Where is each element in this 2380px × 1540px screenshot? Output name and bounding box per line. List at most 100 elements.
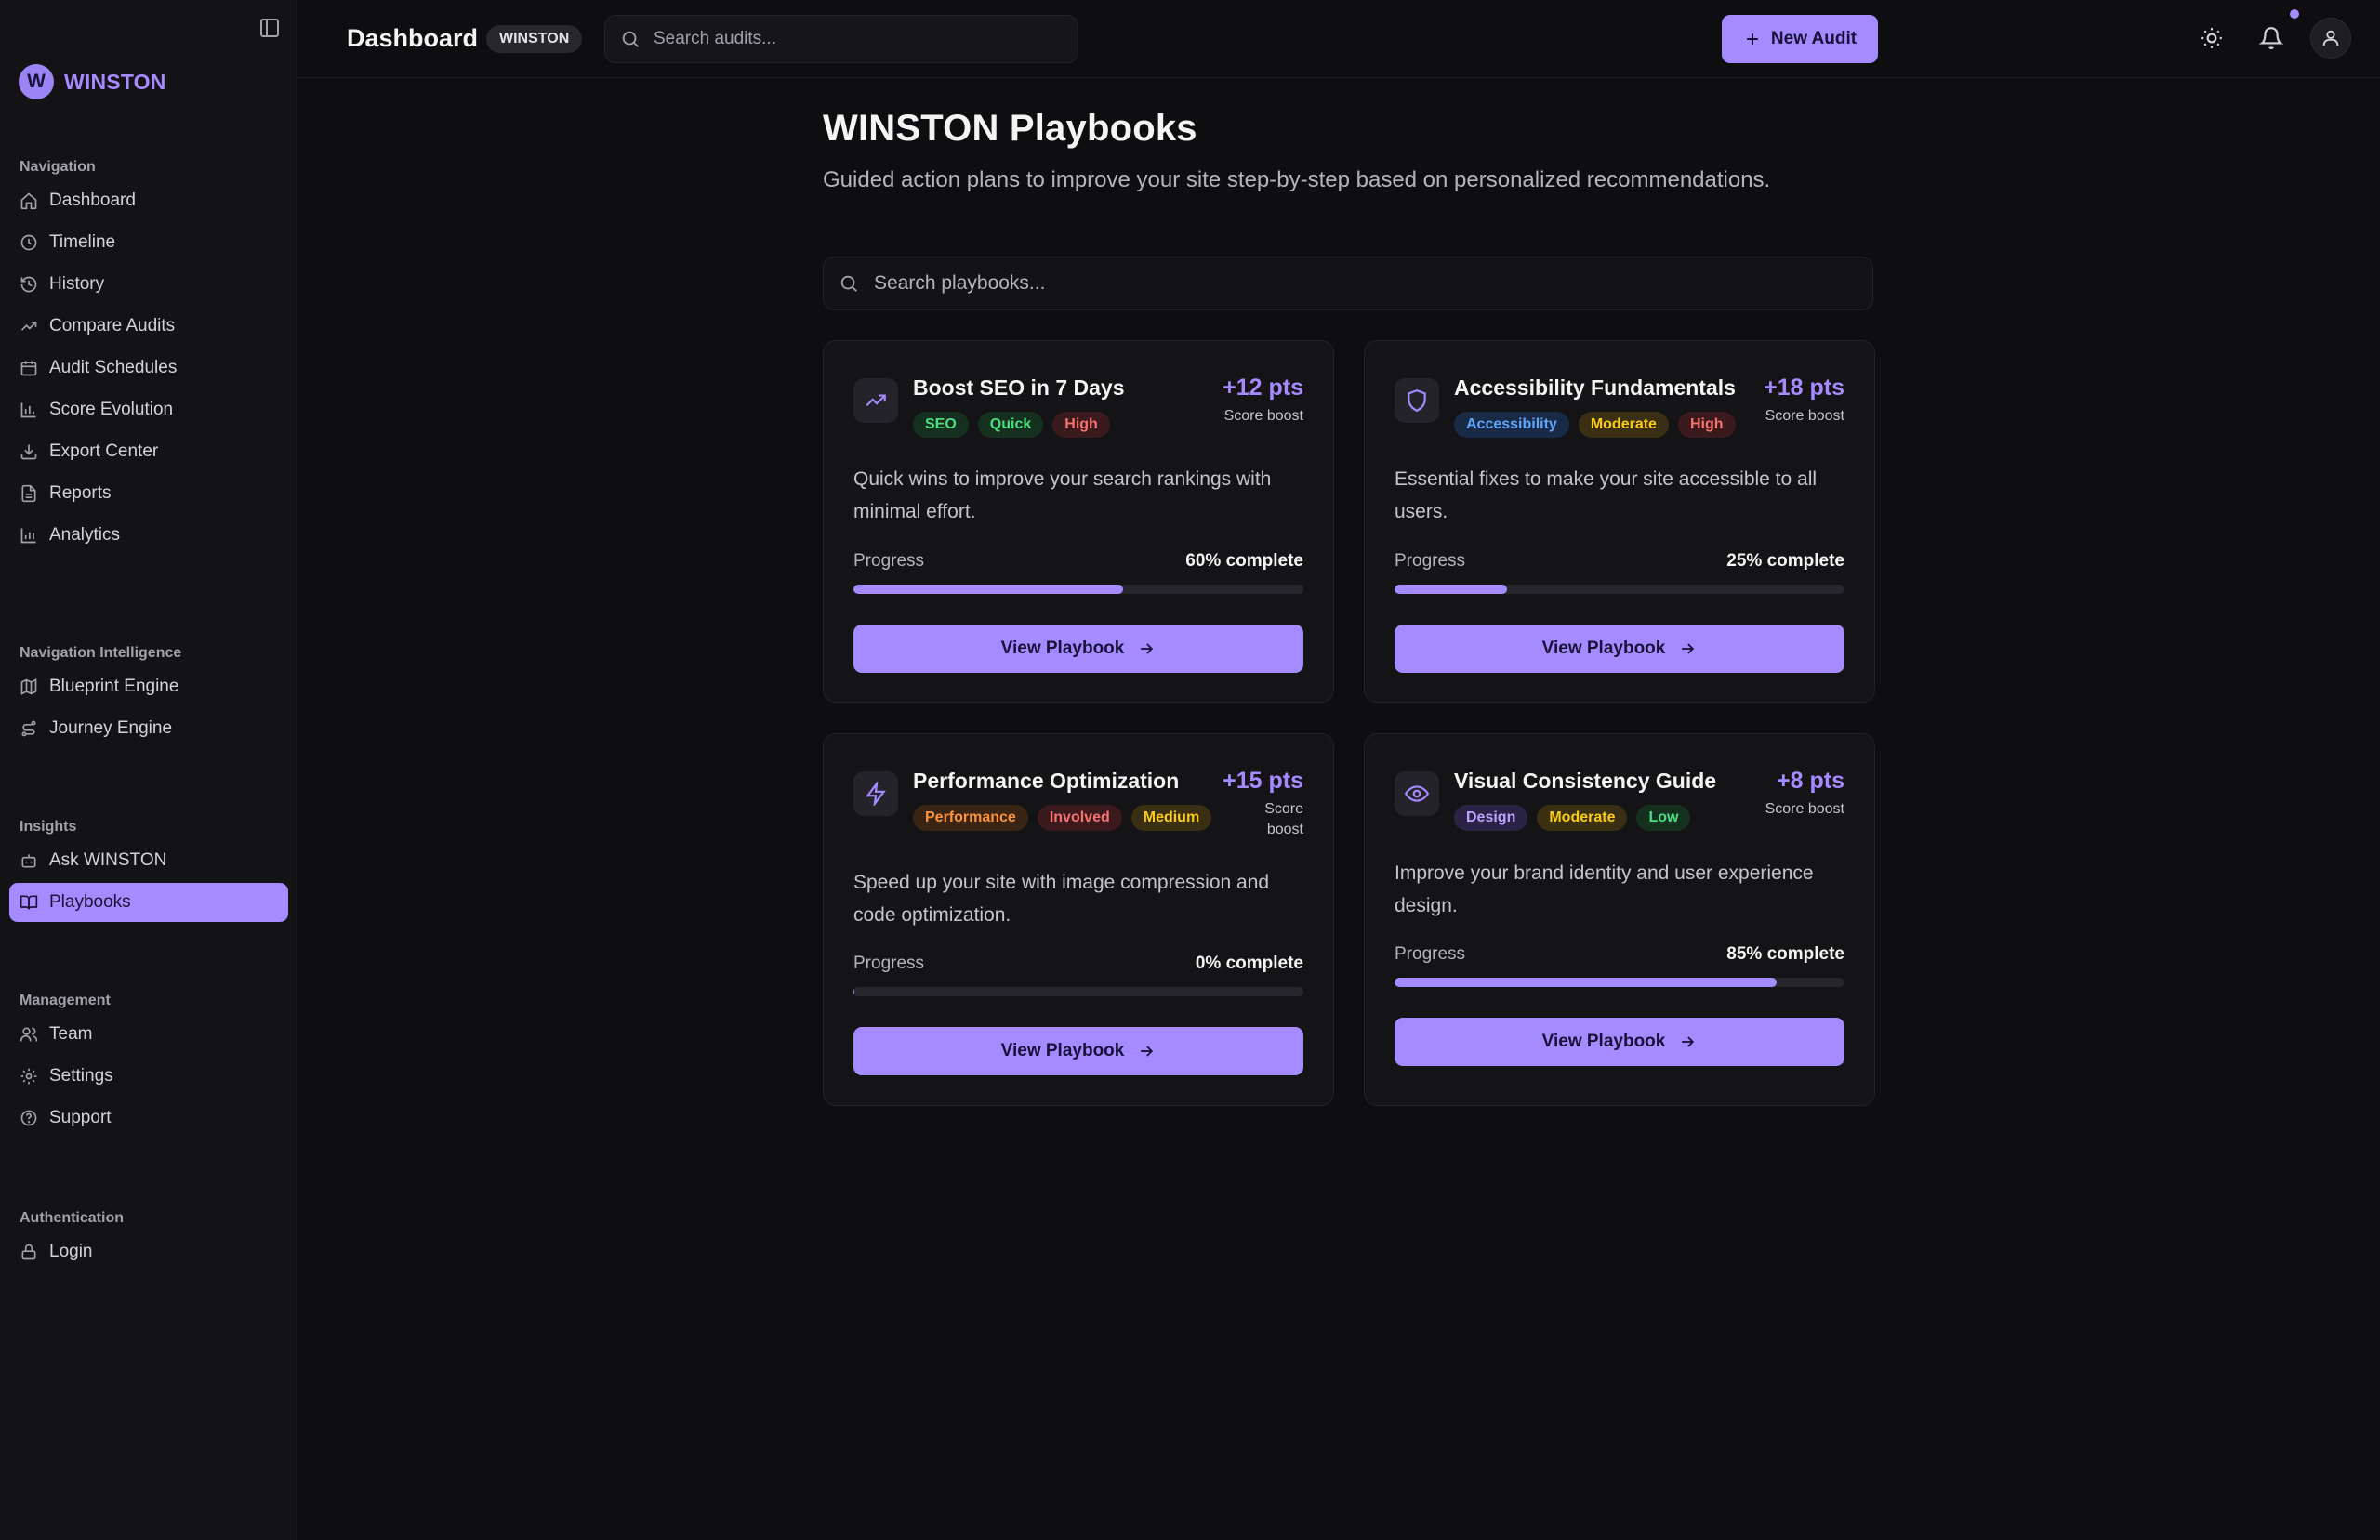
new-audit-button[interactable]: New Audit [1722,15,1878,63]
playbook-tags: Performance Involved Medium [913,805,1212,831]
audit-search[interactable] [604,15,1078,63]
sidebar-item-label: Analytics [49,525,121,545]
page-title: WINSTON Playbooks [823,108,1197,149]
tag: Design [1454,805,1528,831]
sidebar-item-compare-audits[interactable]: Compare Audits [9,307,288,346]
sidebar-item-label: Support [49,1108,112,1127]
progress-label: Progress [853,954,925,973]
progress-value: 25% complete [1726,551,1844,571]
playbook-description: Essential fixes to make your site access… [1395,468,1818,522]
sidebar-item-timeline[interactable]: Timeline [9,223,288,262]
lock-icon [20,1243,38,1261]
score-boost-label: Score boost [1765,801,1844,817]
sidebar-item-support[interactable]: Support [9,1099,288,1138]
sidebar-item-label: Audit Schedules [49,358,178,377]
sidebar-item-label: Journey Engine [49,718,173,738]
view-playbook-label: View Playbook [1000,638,1125,658]
playbook-description: Improve your brand identity and user exp… [1395,862,1814,916]
sidebar-item-export-center[interactable]: Export Center [9,432,288,471]
progress-bar [1395,585,1844,594]
playbook-title: Boost SEO in 7 Days [913,375,1125,400]
sidebar-item-audit-schedules[interactable]: Audit Schedules [9,349,288,388]
sun-icon[interactable] [2200,26,2224,50]
arrow-right-icon [1678,1033,1697,1051]
progress-label: Progress [853,551,925,571]
sidebar-item-label: Playbooks [49,892,131,912]
sidebar-item-team[interactable]: Team [9,1015,288,1054]
arrow-right-icon [1137,1042,1156,1060]
playbook-tags: Design Moderate Low [1454,805,1691,831]
sidebar-item-label: History [49,274,105,294]
view-playbook-button[interactable]: View Playbook [853,1027,1303,1075]
user-icon [2320,28,2341,48]
sidebar-item-label: Settings [49,1066,113,1086]
playbook-card: Accessibility Fundamentals Accessibility… [1364,340,1875,703]
playbook-title: Visual Consistency Guide [1454,769,1717,793]
score-boost-label: Score boost [1223,408,1303,424]
bell-icon[interactable] [2259,26,2283,50]
sidebar-item-label: Dashboard [49,191,136,210]
tag: Performance [913,805,1028,831]
home-icon [20,191,38,210]
playbook-description: Quick wins to improve your search rankin… [853,468,1272,522]
eye-icon [1395,771,1439,816]
bar-chart-icon [20,526,38,545]
sidebar-item-blueprint-engine[interactable]: Blueprint Engine [9,667,288,706]
score-points: +18 pts [1764,375,1844,401]
sidebar-item-playbooks[interactable]: Playbooks [9,883,288,922]
sidebar-item-settings[interactable]: Settings [9,1057,288,1096]
arrow-right-icon [1137,639,1156,658]
nav-group-title: Insights [20,819,77,835]
sidebar-item-dashboard[interactable]: Dashboard [9,181,288,220]
sidebar-item-history[interactable]: History [9,265,288,304]
sidebar-item-analytics[interactable]: Analytics [9,516,288,555]
playbook-search[interactable] [823,257,1873,310]
sidebar-item-ask-winston[interactable]: Ask WINSTON [9,841,288,880]
gear-icon [20,1067,38,1086]
playbook-card: Visual Consistency Guide Design Moderate… [1364,733,1875,1106]
book-icon [20,893,38,912]
sidebar-item-login[interactable]: Login [9,1232,288,1271]
view-playbook-button[interactable]: View Playbook [853,625,1303,673]
map-icon [20,678,38,696]
top-bar: Dashboard WINSTON [298,0,2380,78]
sidebar-item-label: Login [49,1242,93,1261]
view-playbook-label: View Playbook [1000,1041,1125,1060]
tag: Involved [1037,805,1122,831]
new-audit-label: New Audit [1770,29,1858,48]
sidebar-item-label: Ask WINSTON [49,850,167,870]
view-playbook-button[interactable]: View Playbook [1395,625,1844,673]
view-playbook-button[interactable]: View Playbook [1395,1018,1844,1066]
progress-bar [1395,978,1844,987]
sidebar-item-label: Reports [49,483,112,503]
history-icon [20,275,38,294]
playbook-card: Performance Optimization Performance Inv… [823,733,1334,1106]
progress-value: 85% complete [1726,944,1844,964]
progress-value: 0% complete [1195,954,1303,973]
user-menu-button[interactable] [2310,18,2351,59]
nav-group-insights: Insights Ask WINSTON Playbooks [0,817,298,925]
page-subtitle: Guided action plans to improve your site… [823,167,1771,192]
view-playbook-label: View Playbook [1541,638,1666,658]
brand-name: WINSTON [64,69,166,94]
sidebar-item-label: Export Center [49,441,159,461]
notification-dot [2290,9,2299,19]
playbook-card: Boost SEO in 7 Days SEO Quick High +12 p… [823,340,1334,703]
file-icon [20,484,38,503]
nav-group-title: Management [20,993,111,1008]
sidebar-item-journey-engine[interactable]: Journey Engine [9,709,288,748]
nav-group-navigation-intelligence: Navigation Intelligence Blueprint Engine… [0,643,298,751]
clock-icon [20,233,38,252]
bar-chart-icon [20,401,38,419]
brand[interactable]: W WINSTON [19,64,166,99]
playbook-search-input[interactable] [874,272,1804,295]
sidebar: W WINSTON Navigation Dashboard Timeline … [0,0,298,1540]
zap-icon [853,771,898,816]
tag: Low [1636,805,1691,831]
audit-search-input[interactable] [654,29,1044,49]
sidebar-item-score-evolution[interactable]: Score Evolution [9,390,288,429]
sidebar-toggle-icon[interactable] [258,17,281,39]
playbook-tags: Accessibility Moderate High [1454,412,1736,438]
sidebar-item-reports[interactable]: Reports [9,474,288,513]
shield-icon [1395,378,1439,423]
